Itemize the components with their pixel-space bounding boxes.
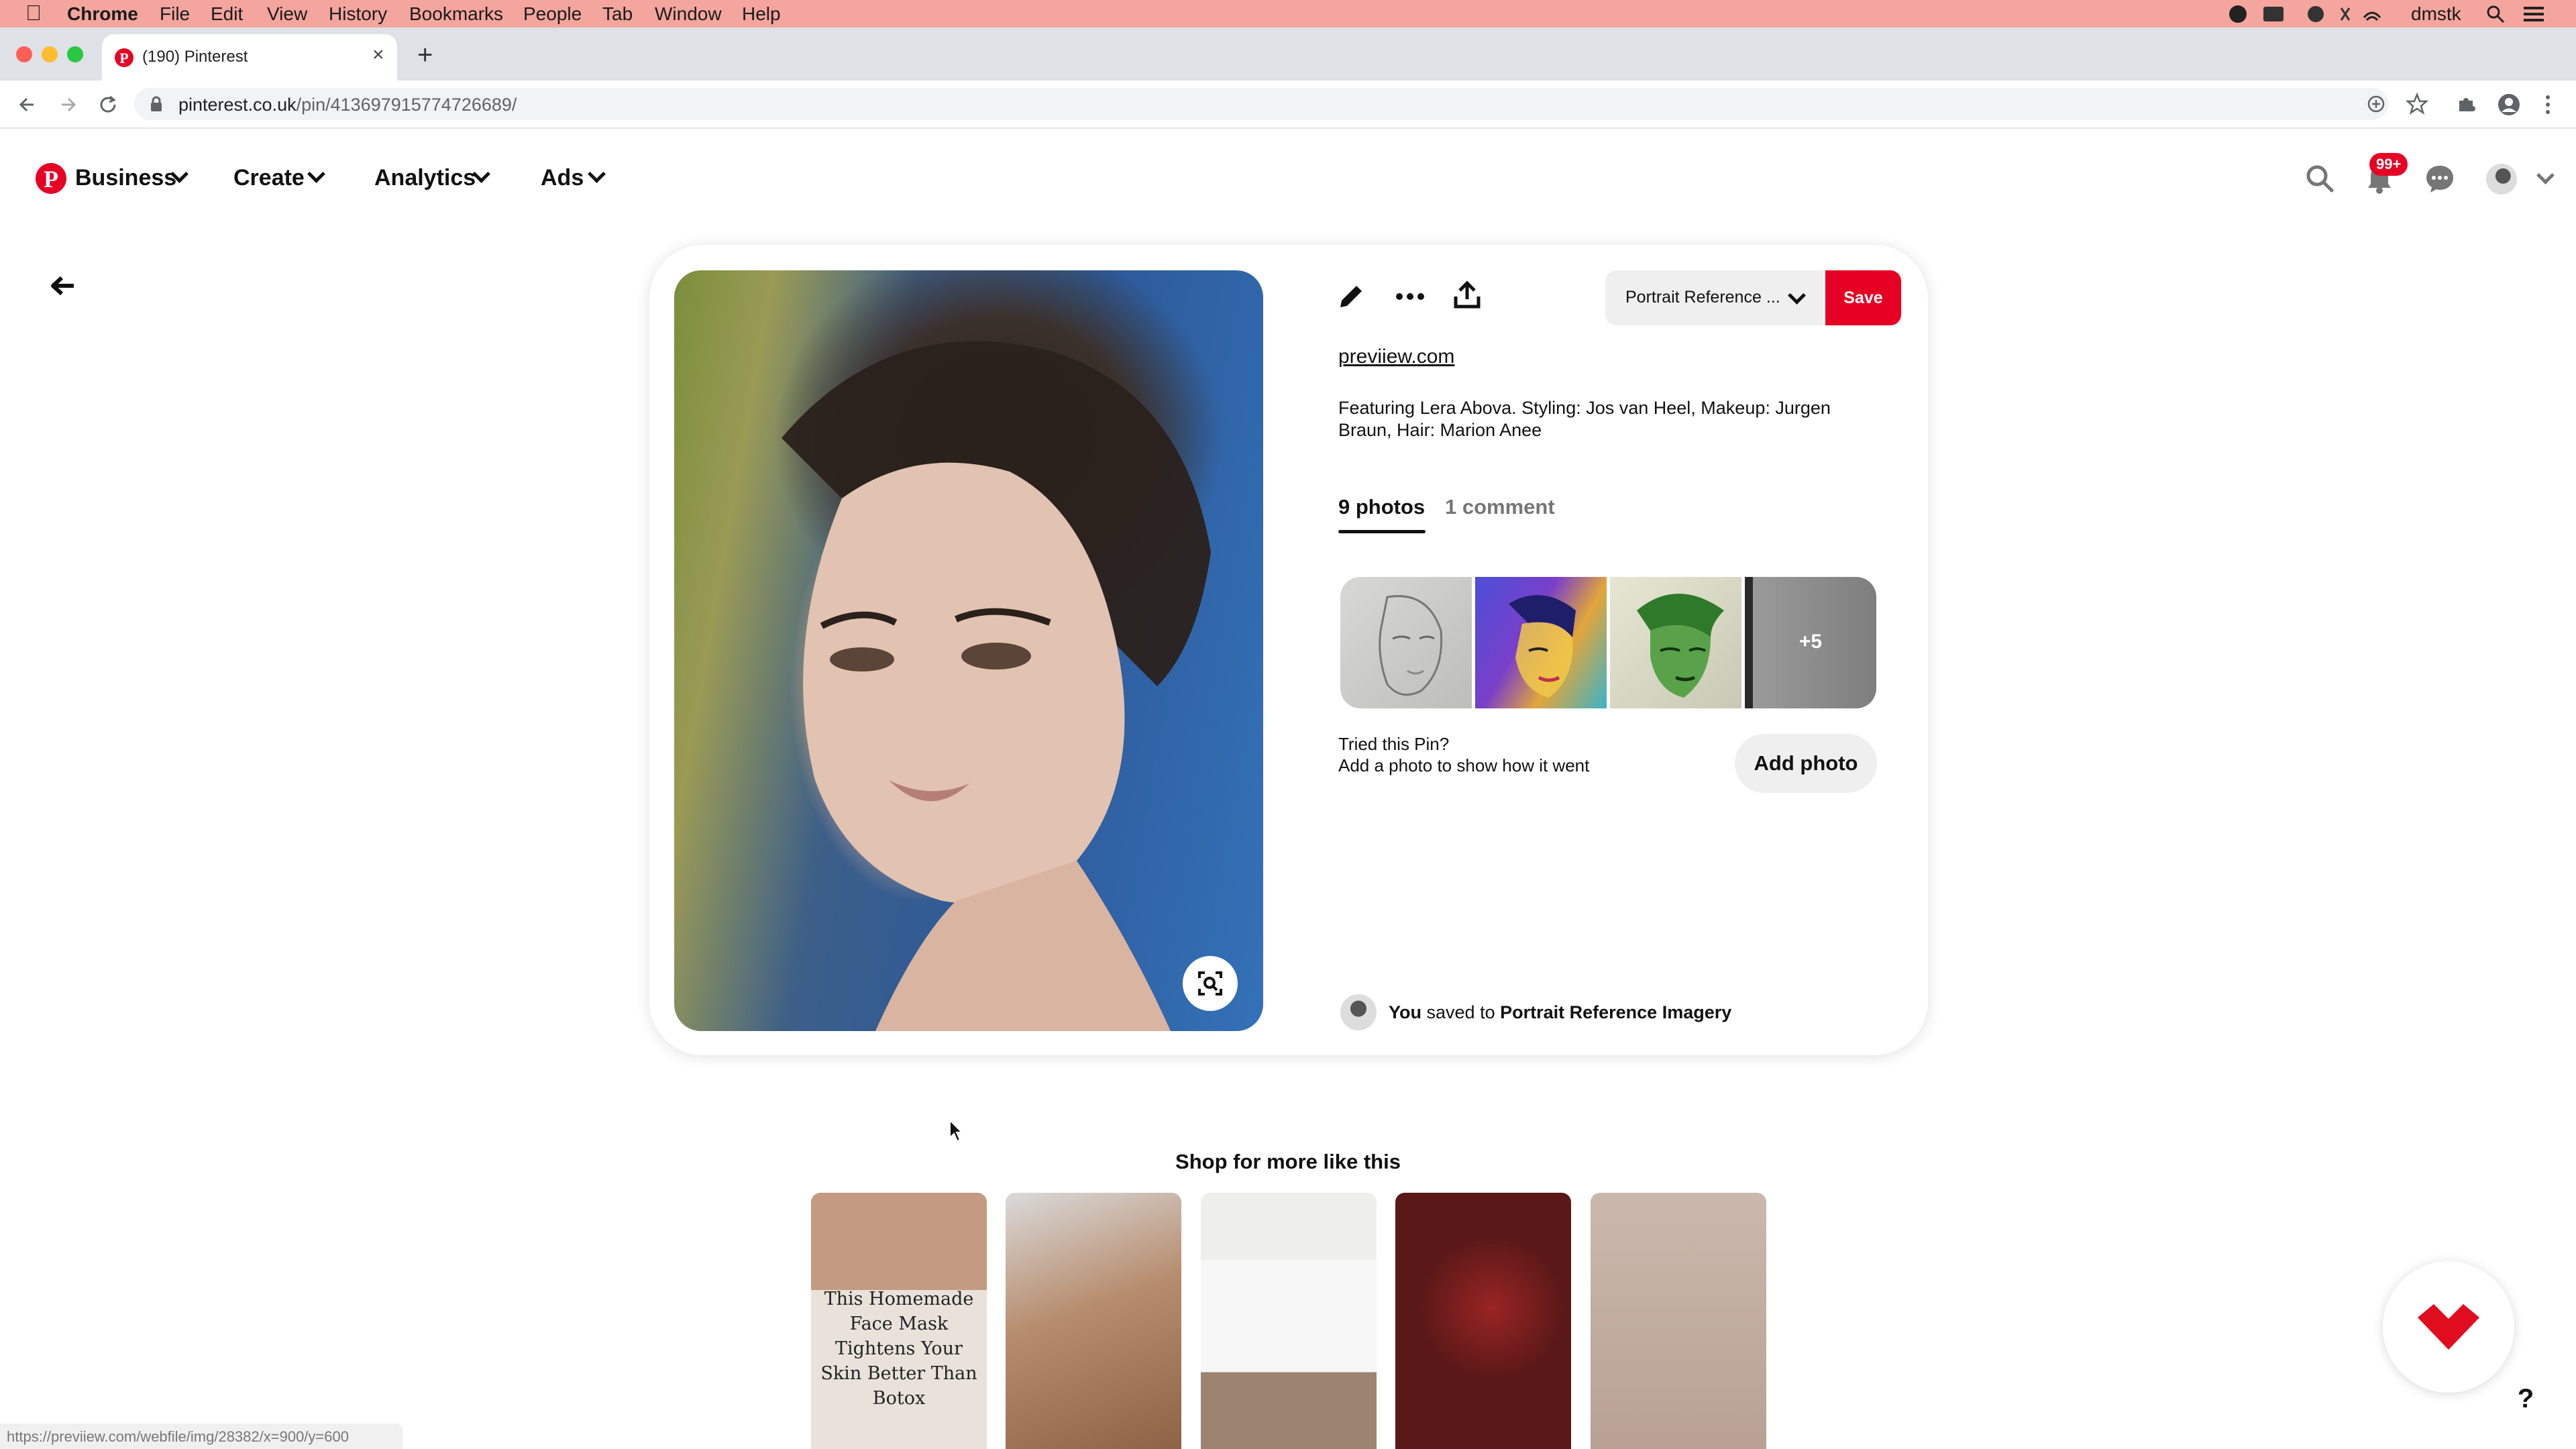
tried-photo-more[interactable]: +5 xyxy=(1745,577,1876,708)
tab-comments[interactable]: 1 comment xyxy=(1445,495,1555,519)
chevron-down-icon xyxy=(1788,286,1806,305)
nav-business[interactable]: Business xyxy=(75,165,176,191)
saver-avatar[interactable] xyxy=(1340,994,1377,1030)
menu-window[interactable]: Window xyxy=(655,3,722,25)
avatar[interactable] xyxy=(2486,164,2517,195)
menubar-user[interactable]: dmstk xyxy=(2411,3,2461,25)
chrome-menu-icon[interactable] xyxy=(2542,93,2553,117)
nav-ads[interactable]: Ads xyxy=(541,165,584,191)
menu-app-name[interactable]: Chrome xyxy=(67,3,138,25)
visual-search-button[interactable] xyxy=(1183,956,1238,1011)
shop-item[interactable] xyxy=(1201,1193,1377,1449)
pinterest-favicon-icon: P xyxy=(115,48,133,67)
pinterest-logo-icon[interactable]: P xyxy=(35,162,67,195)
mouse-cursor-icon xyxy=(949,1119,964,1142)
address-bar[interactable]: pinterest.co.uk/pin/413697915774726689/ xyxy=(134,88,2388,120)
shop-section-title: Shop for more like this xyxy=(1175,1150,1401,1173)
messages-icon[interactable] xyxy=(2424,164,2455,195)
spotlight-icon[interactable] xyxy=(2485,4,2506,24)
shop-item[interactable] xyxy=(1395,1193,1571,1449)
saved-to-line: You saved to Portrait Reference Imagery xyxy=(1389,1002,1731,1023)
menu-people[interactable]: People xyxy=(523,3,582,25)
tried-photo-thumbnail[interactable] xyxy=(1340,577,1472,708)
floating-action-button[interactable] xyxy=(2383,1261,2514,1393)
bookmark-star-icon[interactable] xyxy=(2406,93,2428,115)
extensions-icon[interactable] xyxy=(2455,94,2477,115)
colorful-face-image xyxy=(1509,595,1576,698)
menu-history[interactable]: History xyxy=(329,3,387,25)
red-heart-logo-icon xyxy=(2418,1304,2479,1350)
svg-text:P: P xyxy=(119,50,128,66)
menu-bookmarks[interactable]: Bookmarks xyxy=(409,3,503,25)
pin-description: Featuring Lera Abova. Styling: Jos van H… xyxy=(1338,398,1831,440)
board-select-value: Portrait Reference ... xyxy=(1625,288,1780,307)
search-icon[interactable] xyxy=(2305,164,2334,193)
browser-tab[interactable]: P (190) Pinterest × xyxy=(102,34,397,80)
portrait-illustration xyxy=(782,341,1211,1031)
help-button[interactable]: ? xyxy=(2502,1375,2549,1422)
add-photo-button[interactable]: Add photo xyxy=(1735,734,1877,793)
green-face-image xyxy=(1637,594,1724,698)
close-tab-icon[interactable]: × xyxy=(372,44,384,66)
save-button[interactable]: Save xyxy=(1825,270,1901,325)
menu-file[interactable]: File xyxy=(160,3,190,25)
shop-item[interactable] xyxy=(1591,1193,1766,1449)
menu-edit[interactable]: Edit xyxy=(211,3,243,25)
source-link[interactable]: previiew.com xyxy=(1338,345,1454,368)
sketch-face-image xyxy=(1379,595,1443,696)
control-center-icon[interactable] xyxy=(2522,4,2545,24)
reload-icon[interactable] xyxy=(97,93,119,116)
url-text[interactable]: pinterest.co.uk/pin/413697915774726689/ xyxy=(178,95,517,115)
shop-item[interactable] xyxy=(1006,1193,1181,1449)
apple-icon[interactable]:  xyxy=(25,1,42,24)
profile-icon[interactable] xyxy=(2497,93,2521,117)
edit-pencil-icon[interactable] xyxy=(1336,282,1366,311)
status-icons xyxy=(2229,5,2381,23)
status-bar: https://previiew.com/webfile/img/28382/x… xyxy=(0,1424,402,1449)
chevron-down-icon[interactable] xyxy=(588,165,606,183)
tab-title: (190) Pinterest xyxy=(142,48,248,66)
close-window-button[interactable] xyxy=(16,46,32,62)
tried-subtitle: Add a photo to show how it went xyxy=(1338,755,1590,775)
visual-search-icon xyxy=(1198,971,1222,996)
status-url: https://previiew.com/webfile/img/28382/x… xyxy=(7,1428,349,1445)
url-path: /pin/413697915774726689/ xyxy=(296,95,517,115)
notifications-badge: 99+ xyxy=(2369,153,2408,176)
more-options-icon[interactable] xyxy=(1395,291,1425,302)
saved-board-link[interactable]: Portrait Reference Imagery xyxy=(1500,1002,1731,1022)
forward-icon[interactable] xyxy=(58,94,79,115)
accounts-chevron-down-icon[interactable] xyxy=(2536,166,2555,184)
more-photos-count: +5 xyxy=(1799,631,1823,653)
back-arrow-icon[interactable] xyxy=(50,274,76,298)
shop-item[interactable]: This Homemade Face Mask Tightens Your Sk… xyxy=(811,1193,987,1449)
shop-item-caption: This Homemade Face Mask Tightens Your Sk… xyxy=(820,1289,977,1409)
svg-text:P: P xyxy=(44,166,58,193)
pin-image[interactable] xyxy=(674,270,1263,1031)
active-tab-underline xyxy=(1338,530,1426,533)
lock-icon[interactable] xyxy=(149,96,164,112)
saved-verb: saved to xyxy=(1426,1002,1495,1022)
menu-view[interactable]: View xyxy=(267,3,307,25)
menu-help[interactable]: Help xyxy=(742,3,781,25)
tried-title: Tried this Pin? xyxy=(1338,734,1450,754)
zoom-window-button[interactable] xyxy=(67,46,83,62)
new-tab-button[interactable]: + xyxy=(417,42,433,68)
nav-create[interactable]: Create xyxy=(233,165,305,191)
tried-photo-thumbnail[interactable] xyxy=(1610,577,1741,708)
url-host: pinterest.co.uk xyxy=(178,95,297,115)
tab-photos[interactable]: 9 photos xyxy=(1338,495,1425,519)
tried-photo-thumbnail[interactable] xyxy=(1475,577,1607,708)
chevron-down-icon[interactable] xyxy=(307,165,325,183)
menu-tab[interactable]: Tab xyxy=(602,3,633,25)
install-app-icon[interactable] xyxy=(2367,95,2385,113)
board-select[interactable]: Portrait Reference ... xyxy=(1605,270,1823,325)
back-icon[interactable] xyxy=(16,94,38,115)
saved-who[interactable]: You xyxy=(1389,1002,1421,1022)
share-icon[interactable] xyxy=(1453,280,1481,310)
nav-analytics[interactable]: Analytics xyxy=(374,165,476,191)
macos-menubar:  Chrome File Edit View History Bookmark… xyxy=(0,0,2576,28)
minimize-window-button[interactable] xyxy=(42,46,58,62)
